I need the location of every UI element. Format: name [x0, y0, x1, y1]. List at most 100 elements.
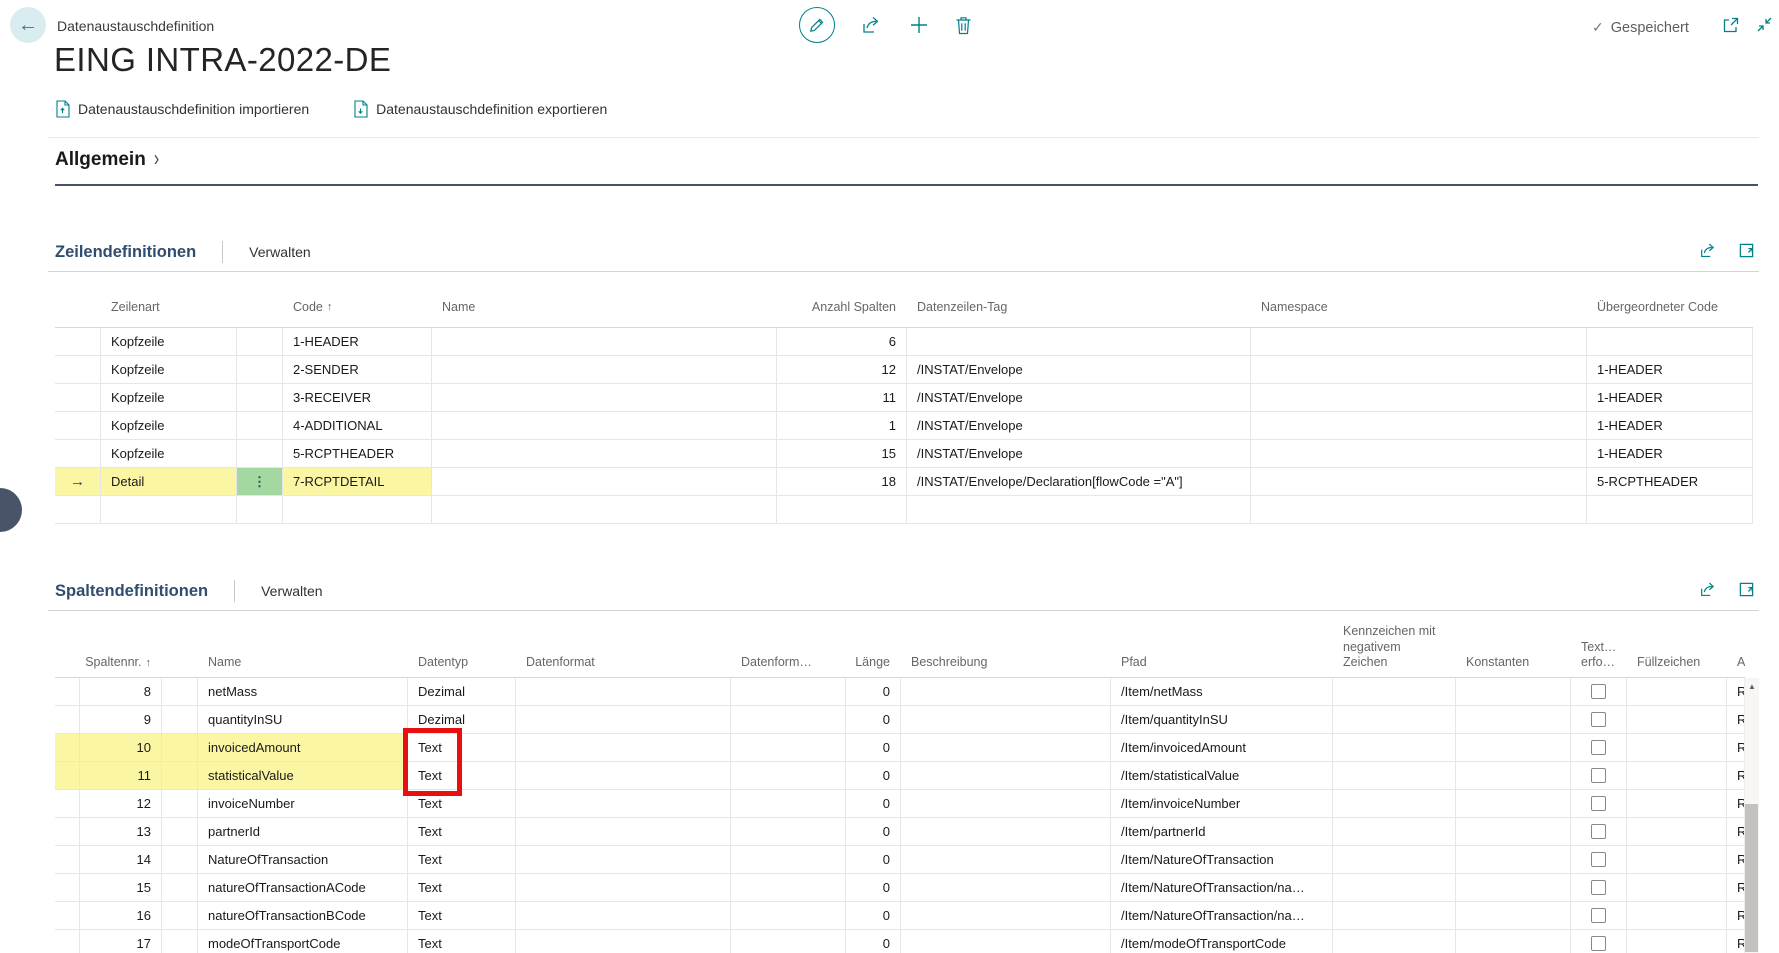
column-header-uebergeordneter-code[interactable]: Übergeordneter Code	[1587, 286, 1753, 327]
column-header-namespace[interactable]: Namespace	[1251, 286, 1587, 327]
column-definition-row-highlighted[interactable]: 11 statisticalValue Text 0 /Item/statist…	[55, 762, 1745, 790]
spaltennr-cell[interactable]: 16	[80, 902, 162, 929]
column-definition-row[interactable]: 9 quantityInSU Dezimal 0 /Item/quantityI…	[55, 706, 1745, 734]
anzahl-spalten-cell[interactable]: 12	[777, 356, 907, 383]
row-menu-button[interactable]: ⋮	[237, 468, 283, 495]
datentyp-cell[interactable]: Text	[408, 846, 516, 873]
text-required-checkbox[interactable]	[1591, 768, 1606, 783]
anzahl-spalten-cell[interactable]: 1	[777, 412, 907, 439]
column-header-konstanten[interactable]: Konstanten	[1456, 620, 1571, 677]
laenge-cell[interactable]: 0	[846, 930, 901, 953]
line-definition-row[interactable]: Kopfzeile 3-RECEIVER 11 /INSTAT/Envelope…	[55, 384, 1753, 412]
open-in-excel-icon[interactable]	[1738, 242, 1755, 259]
share-icon[interactable]	[1699, 242, 1718, 259]
column-header-datentyp[interactable]: Datentyp	[408, 620, 516, 677]
code-cell[interactable]: 5-RCPTHEADER	[283, 440, 432, 467]
line-definition-row[interactable]: Kopfzeile 5-RCPTHEADER 15 /INSTAT/Envelo…	[55, 440, 1753, 468]
spaltennr-cell[interactable]: 13	[80, 818, 162, 845]
text-required-checkbox[interactable]	[1591, 880, 1606, 895]
laenge-cell[interactable]: 0	[846, 734, 901, 761]
name-cell[interactable]: NatureOfTransaction	[198, 846, 408, 873]
datentyp-cell[interactable]: Text	[408, 902, 516, 929]
column-header-name[interactable]: Name	[198, 620, 408, 677]
line-definition-row[interactable]: Kopfzeile 4-ADDITIONAL 1 /INSTAT/Envelop…	[55, 412, 1753, 440]
datentyp-cell[interactable]: Text	[408, 734, 516, 761]
name-cell[interactable]	[432, 384, 777, 411]
back-button[interactable]: ←	[10, 7, 46, 43]
namespace-cell[interactable]	[1251, 412, 1587, 439]
name-cell[interactable]: natureOfTransactionACode	[198, 874, 408, 901]
column-header-beschreibung[interactable]: Beschreibung	[901, 620, 1111, 677]
column-header-datenform[interactable]: Datenform…	[731, 620, 846, 677]
anzahl-spalten-cell[interactable]: 18	[777, 468, 907, 495]
datentyp-cell[interactable]: Text	[408, 874, 516, 901]
datentyp-cell[interactable]: Dezimal	[408, 706, 516, 733]
text-required-checkbox[interactable]	[1591, 684, 1606, 699]
zeilenart-cell[interactable]: Kopfzeile	[101, 356, 237, 383]
pfad-cell[interactable]: /Item/partnerId	[1111, 818, 1333, 845]
parent-code-cell[interactable]: 1-HEADER	[1587, 412, 1753, 439]
column-definition-row[interactable]: 8 netMass Dezimal 0 /Item/netMass Re	[55, 678, 1745, 706]
column-header-kennzeichen[interactable]: Kennzeichen mit negativem Zeichen	[1333, 620, 1456, 677]
namespace-cell[interactable]	[1251, 468, 1587, 495]
column-definitions-manage-menu[interactable]: Verwalten	[261, 583, 322, 599]
pfad-cell[interactable]: /Item/modeOfTransportCode	[1111, 930, 1333, 953]
name-cell[interactable]: invoiceNumber	[198, 790, 408, 817]
section-allgemein-toggle[interactable]: Allgemein ›	[55, 149, 159, 171]
name-cell[interactable]	[432, 328, 777, 355]
text-required-checkbox[interactable]	[1591, 740, 1606, 755]
text-required-checkbox[interactable]	[1591, 852, 1606, 867]
spaltennr-cell[interactable]: 9	[80, 706, 162, 733]
column-definition-row[interactable]: 14 NatureOfTransaction Text 0 /Item/Natu…	[55, 846, 1745, 874]
name-cell[interactable]	[432, 468, 777, 495]
open-in-excel-icon[interactable]	[1738, 581, 1755, 598]
pfad-cell[interactable]: /Item/NatureOfTransaction/na…	[1111, 902, 1333, 929]
text-required-checkbox[interactable]	[1591, 796, 1606, 811]
name-cell[interactable]	[432, 412, 777, 439]
spaltennr-cell[interactable]: 15	[80, 874, 162, 901]
side-pane-handle[interactable]	[0, 488, 22, 532]
name-cell[interactable]: quantityInSU	[198, 706, 408, 733]
column-header-anzahl-spalten[interactable]: Anzahl Spalten	[777, 286, 907, 327]
pfad-cell[interactable]: /Item/netMass	[1111, 678, 1333, 705]
column-definition-row[interactable]: 13 partnerId Text 0 /Item/partnerId Re	[55, 818, 1745, 846]
anzahl-spalten-cell[interactable]: 6	[777, 328, 907, 355]
column-definition-row[interactable]: 17 modeOfTransportCode Text 0 /Item/mode…	[55, 930, 1745, 953]
laenge-cell[interactable]: 0	[846, 902, 901, 929]
pfad-cell[interactable]: /Item/quantityInSU	[1111, 706, 1333, 733]
line-definitions-manage-menu[interactable]: Verwalten	[249, 244, 310, 260]
spaltennr-cell[interactable]: 14	[80, 846, 162, 873]
share-icon[interactable]	[1699, 581, 1718, 598]
scroll-up-arrow-icon[interactable]: ▲	[1745, 678, 1759, 694]
datenzeilen-tag-cell[interactable]: /INSTAT/Envelope	[907, 384, 1251, 411]
ausrichtung-cell[interactable]: Re	[1727, 818, 1745, 845]
column-definition-row-highlighted[interactable]: 10 invoicedAmount Text 0 /Item/invoicedA…	[55, 734, 1745, 762]
pfad-cell[interactable]: /Item/NatureOfTransaction	[1111, 846, 1333, 873]
parent-code-cell[interactable]: 1-HEADER	[1587, 356, 1753, 383]
laenge-cell[interactable]: 0	[846, 818, 901, 845]
datentyp-cell[interactable]: Text	[408, 790, 516, 817]
datentyp-cell[interactable]: Text	[408, 930, 516, 953]
column-definition-row[interactable]: 15 natureOfTransactionACode Text 0 /Item…	[55, 874, 1745, 902]
code-cell[interactable]: 4-ADDITIONAL	[283, 412, 432, 439]
ausrichtung-cell[interactable]: Re	[1727, 902, 1745, 929]
laenge-cell[interactable]: 0	[846, 762, 901, 789]
anzahl-spalten-cell[interactable]: 15	[777, 440, 907, 467]
export-definition-button[interactable]: Datenaustauschdefinition exportieren	[353, 100, 607, 118]
ausrichtung-cell[interactable]: Re	[1727, 706, 1745, 733]
ausrichtung-cell[interactable]: Re	[1727, 846, 1745, 873]
import-definition-button[interactable]: Datenaustauschdefinition importieren	[55, 100, 309, 118]
name-cell[interactable]: netMass	[198, 678, 408, 705]
column-header-fuellzeichen[interactable]: Füllzeichen	[1627, 620, 1727, 677]
column-header-zeilenart[interactable]: Zeilenart	[101, 286, 237, 327]
text-required-checkbox[interactable]	[1591, 908, 1606, 923]
collapse-window-button[interactable]	[1756, 16, 1773, 33]
pfad-cell[interactable]: /Item/invoicedAmount	[1111, 734, 1333, 761]
spaltennr-cell[interactable]: 11	[80, 762, 162, 789]
laenge-cell[interactable]: 0	[846, 874, 901, 901]
pfad-cell[interactable]: /Item/NatureOfTransaction/na…	[1111, 874, 1333, 901]
column-header-spaltennr[interactable]: Spaltennr.↑	[80, 620, 162, 677]
datentyp-cell[interactable]: Dezimal	[408, 678, 516, 705]
scrollbar-thumb[interactable]	[1745, 804, 1758, 952]
ausrichtung-cell[interactable]: Re	[1727, 790, 1745, 817]
